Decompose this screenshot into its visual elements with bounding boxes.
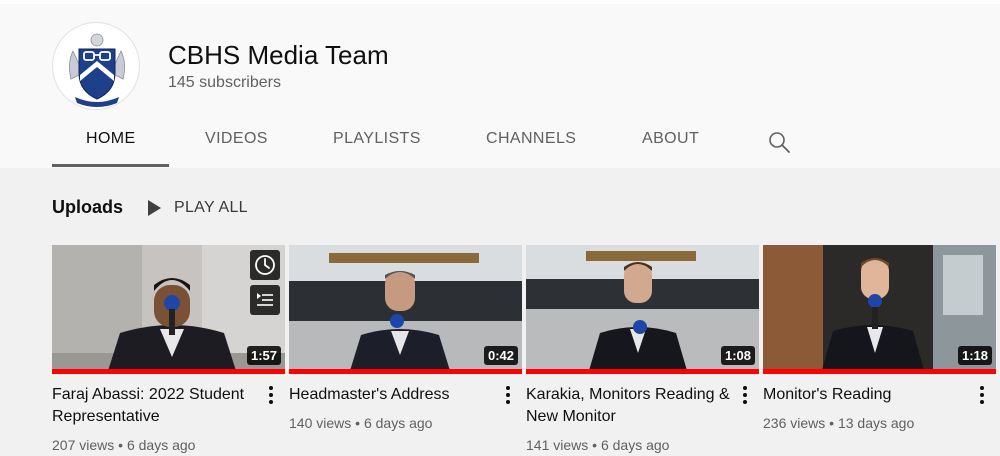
upload-age: 6 days ago bbox=[600, 437, 670, 453]
channel-avatar[interactable] bbox=[52, 22, 140, 110]
video-thumbnail[interactable]: 0:42 bbox=[289, 245, 522, 374]
upload-age: 6 days ago bbox=[363, 415, 433, 431]
video-thumbnail[interactable]: 1:57 bbox=[52, 245, 285, 374]
upload-age: 6 days ago bbox=[126, 437, 196, 453]
video-title[interactable]: Karakia, Monitors Reading & New Monitor bbox=[526, 384, 736, 428]
video-title[interactable]: Headmaster's Address bbox=[289, 384, 499, 406]
subscriber-count: 145 subscribers bbox=[168, 74, 281, 91]
tab-channels[interactable]: CHANNELS bbox=[486, 130, 576, 154]
more-vert-icon bbox=[506, 386, 510, 404]
video-duration: 1:08 bbox=[720, 346, 755, 365]
watch-progress-bar bbox=[763, 369, 996, 374]
view-count: 140 views bbox=[289, 415, 352, 431]
video-title[interactable]: Monitor's Reading bbox=[763, 384, 973, 406]
watch-progress-bar bbox=[289, 369, 522, 374]
active-tab-indicator bbox=[52, 164, 169, 167]
channel-name: CBHS Media Team bbox=[168, 40, 389, 70]
clock-icon bbox=[255, 255, 275, 275]
video-duration: 1:18 bbox=[957, 346, 992, 365]
watch-progress-bar bbox=[52, 369, 285, 374]
view-count: 207 views bbox=[52, 437, 115, 453]
tab-about[interactable]: ABOUT bbox=[642, 130, 699, 154]
tab-playlists[interactable]: PLAYLISTS bbox=[333, 130, 421, 154]
add-to-queue-button[interactable] bbox=[250, 285, 280, 315]
view-count: 236 views bbox=[763, 415, 826, 431]
video-title[interactable]: Faraj Abassi: 2022 Student Representativ… bbox=[52, 384, 262, 428]
video-duration: 0:42 bbox=[483, 346, 518, 365]
watch-later-button[interactable] bbox=[250, 250, 280, 280]
video-card: 1:18 Monitor's Reading 236 views • 13 da… bbox=[763, 245, 996, 456]
video-card: 1:57 Faraj Abassi: 2022 Student Represen… bbox=[52, 245, 285, 456]
play-all-label: PLAY ALL bbox=[174, 199, 248, 216]
play-icon bbox=[148, 200, 161, 216]
video-thumbnail[interactable]: 1:18 bbox=[763, 245, 996, 374]
video-card: 1:08 Karakia, Monitors Reading & New Mon… bbox=[526, 245, 759, 456]
video-menu-button[interactable] bbox=[737, 384, 753, 406]
watch-progress-bar bbox=[526, 369, 759, 374]
video-meta: 140 views • 6 days ago bbox=[289, 415, 433, 431]
section-title: Uploads bbox=[52, 197, 124, 217]
more-vert-icon bbox=[743, 386, 747, 404]
view-count: 141 views bbox=[526, 437, 589, 453]
video-meta: 141 views • 6 days ago bbox=[526, 437, 670, 453]
tab-home[interactable]: HOME bbox=[86, 130, 136, 154]
more-vert-icon bbox=[269, 386, 273, 404]
video-duration: 1:57 bbox=[246, 346, 281, 365]
queue-icon bbox=[257, 293, 273, 306]
play-all-button[interactable]: PLAY ALL bbox=[146, 194, 248, 222]
video-thumbnail[interactable]: 1:08 bbox=[526, 245, 759, 374]
upload-age: 13 days ago bbox=[837, 415, 915, 431]
video-meta: 236 views • 13 days ago bbox=[763, 415, 915, 431]
more-vert-icon bbox=[980, 386, 984, 404]
video-menu-button[interactable] bbox=[263, 384, 279, 406]
school-crest-logo bbox=[69, 33, 125, 107]
channel-search-button[interactable] bbox=[764, 127, 794, 157]
video-menu-button[interactable] bbox=[500, 384, 516, 406]
search-icon bbox=[769, 132, 790, 153]
video-meta: 207 views • 6 days ago bbox=[52, 437, 196, 453]
channel-header: CBHS Media Team 145 subscribers HOME VID… bbox=[0, 0, 1000, 168]
video-menu-button[interactable] bbox=[974, 384, 990, 406]
video-card: 0:42 Headmaster's Address 140 views • 6 … bbox=[289, 245, 522, 456]
top-strip bbox=[0, 0, 1000, 4]
tab-videos[interactable]: VIDEOS bbox=[205, 130, 268, 154]
